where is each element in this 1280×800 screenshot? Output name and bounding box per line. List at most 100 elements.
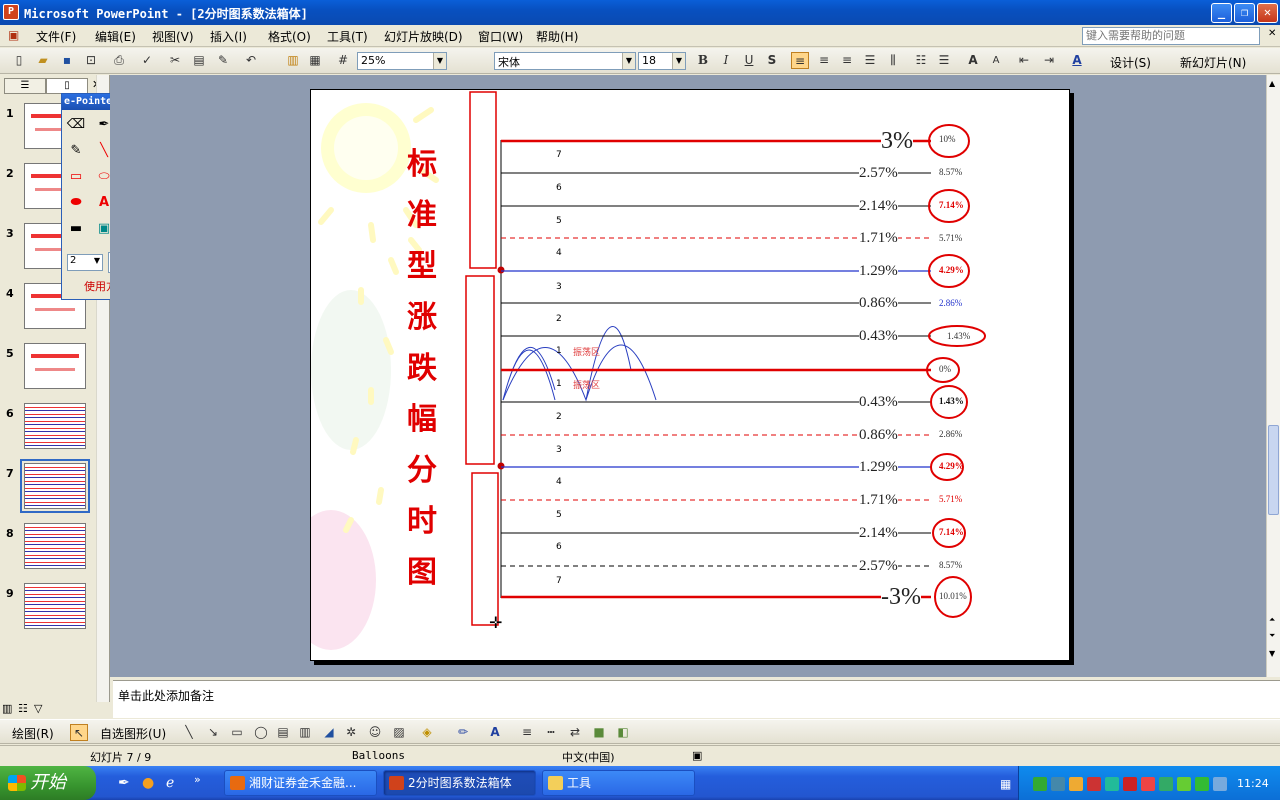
- rectangle-icon[interactable]: ▭: [66, 168, 86, 186]
- tray-icon[interactable]: [1105, 777, 1119, 791]
- restore-button[interactable]: ❐: [1234, 3, 1255, 23]
- save-icon[interactable]: ▪: [58, 52, 76, 69]
- paste-icon[interactable]: ▤: [190, 52, 208, 69]
- menu-format[interactable]: 格式(O): [268, 28, 311, 45]
- font-color-icon[interactable]: A: [1068, 52, 1086, 69]
- menu-tools[interactable]: 工具(T): [327, 28, 368, 45]
- align-center-icon[interactable]: ≡: [815, 52, 833, 69]
- scroll-down-icon[interactable]: ▼: [1269, 649, 1275, 658]
- next-slide-icon[interactable]: ⏷: [1269, 631, 1275, 641]
- chart-icon[interactable]: ▥: [284, 52, 302, 69]
- slide-thumbnail[interactable]: [20, 459, 90, 513]
- blackboard-icon[interactable]: ▬: [66, 220, 86, 238]
- menu-help[interactable]: 帮助(H): [536, 28, 578, 45]
- vertical-text-icon[interactable]: ⫼: [884, 52, 902, 69]
- menu-slideshow[interactable]: 幻灯片放映(D): [384, 28, 463, 45]
- network-icon[interactable]: [1195, 777, 1209, 791]
- diagram-icon[interactable]: ✲: [342, 724, 360, 741]
- draw-arrow-icon[interactable]: ↘: [204, 724, 222, 741]
- quicklaunch-icon[interactable]: ✒: [118, 775, 130, 791]
- task-browser[interactable]: 湘财证券金禾金融...: [224, 770, 377, 796]
- bullets-icon[interactable]: ☰: [935, 52, 953, 69]
- picture-icon[interactable]: ▨: [390, 724, 408, 741]
- more-icon[interactable]: »: [194, 773, 201, 786]
- design-button[interactable]: 设计(S): [1110, 54, 1151, 71]
- increase-indent-icon[interactable]: ⇥: [1040, 52, 1058, 69]
- draw-line-icon[interactable]: ╲: [180, 724, 198, 741]
- fill-color-icon[interactable]: ◈: [418, 724, 436, 741]
- menu-insert[interactable]: 插入(I): [210, 28, 247, 45]
- vertical-scrollbar[interactable]: ▲ ⏶ ⏷ ▼: [1266, 75, 1280, 677]
- line-style-icon[interactable]: ≡: [518, 724, 536, 741]
- normal-view-icon[interactable]: ▥: [2, 702, 12, 715]
- prev-slide-icon[interactable]: ⏶: [1269, 615, 1275, 625]
- close-button[interactable]: ✕: [1257, 3, 1278, 23]
- firefox-icon[interactable]: ●: [142, 775, 154, 791]
- underline-button[interactable]: U: [740, 52, 758, 69]
- qq-icon[interactable]: [1069, 777, 1083, 791]
- italic-button[interactable]: I: [717, 52, 735, 69]
- zoom-select[interactable]: 25% ▼: [357, 52, 447, 70]
- grow-font-icon[interactable]: A: [964, 52, 982, 69]
- dash-style-icon[interactable]: ┅: [542, 724, 560, 741]
- start-button[interactable]: 开始: [0, 766, 96, 800]
- numbering-icon[interactable]: ☷: [912, 52, 930, 69]
- line-color-icon[interactable]: ✏: [454, 724, 472, 741]
- slide-thumbnail[interactable]: [24, 583, 86, 629]
- arrow-style-icon[interactable]: ⇄: [566, 724, 584, 741]
- ie-icon[interactable]: ℯ: [166, 775, 174, 791]
- permission-icon[interactable]: ⊡: [82, 52, 100, 69]
- vertical-textbox-icon[interactable]: ▥: [296, 724, 314, 741]
- outline-tab[interactable]: ☰: [4, 78, 46, 94]
- doc-menu-icon[interactable]: ▣: [8, 28, 19, 42]
- volume-icon[interactable]: [1213, 777, 1227, 791]
- decrease-indent-icon[interactable]: ⇤: [1015, 52, 1033, 69]
- tray-icon[interactable]: [1033, 777, 1047, 791]
- font-size-select[interactable]: 18 ▼: [638, 52, 686, 70]
- menu-file[interactable]: 文件(F): [36, 28, 76, 45]
- menu-edit[interactable]: 编辑(E): [95, 28, 136, 45]
- spelling-status-icon[interactable]: ▣: [692, 749, 702, 762]
- tray-icon[interactable]: [1087, 777, 1101, 791]
- select-pointer-icon[interactable]: ↖: [70, 724, 88, 741]
- table-icon[interactable]: ▦: [306, 52, 324, 69]
- antivirus-icon[interactable]: [1123, 777, 1137, 791]
- autoshapes-button[interactable]: 自选图形(U): [100, 725, 166, 742]
- draw-oval-icon[interactable]: ◯: [252, 724, 270, 741]
- undo-icon[interactable]: ↶: [242, 52, 260, 69]
- print-icon[interactable]: ⎙: [110, 52, 128, 69]
- align-left-icon[interactable]: ≡: [791, 52, 809, 69]
- font-select[interactable]: 宋体 ▼: [494, 52, 636, 70]
- filled-ellipse-icon[interactable]: ⬬: [66, 194, 86, 212]
- current-slide[interactable]: 标准型涨跌幅分时图 7 6 5 4 3 2 1 1 2 3 4 5 6 7 振荡区 振荡区 3% 2.57%…: [310, 89, 1070, 661]
- align-right-icon[interactable]: ≡: [838, 52, 856, 69]
- slides-tab[interactable]: ▯: [46, 78, 88, 94]
- draw-rectangle-icon[interactable]: ▭: [228, 724, 246, 741]
- distribute-icon[interactable]: ☰: [861, 52, 879, 69]
- slide-thumbnail[interactable]: [24, 403, 86, 449]
- slideshow-view-icon[interactable]: ▽: [34, 702, 42, 715]
- minimize-button[interactable]: _: [1211, 3, 1232, 23]
- task-folder[interactable]: 工具: [542, 770, 695, 796]
- tray-icon[interactable]: [1141, 777, 1155, 791]
- help-search-input[interactable]: [1082, 27, 1260, 45]
- draw-menu-button[interactable]: 绘图(R): [12, 725, 54, 742]
- shrink-font-icon[interactable]: A: [987, 52, 1005, 69]
- open-icon[interactable]: ▰: [34, 52, 52, 69]
- slide-thumbnail[interactable]: [24, 523, 86, 569]
- bold-button[interactable]: B: [694, 52, 712, 69]
- wordart-icon[interactable]: ◢: [320, 724, 338, 741]
- new-slide-button[interactable]: 新幻灯片(N): [1180, 54, 1246, 71]
- sorter-view-icon[interactable]: ☷: [18, 702, 28, 715]
- tray-icon[interactable]: [1051, 777, 1065, 791]
- clipart-icon[interactable]: ☺: [366, 724, 384, 741]
- scroll-thumb[interactable]: [1268, 425, 1279, 515]
- shadow-style-icon[interactable]: ■: [590, 724, 608, 741]
- new-icon[interactable]: ▯: [10, 52, 28, 69]
- task-powerpoint[interactable]: 2分时图系数法箱体: [383, 770, 536, 796]
- scroll-up-icon[interactable]: ▲: [1269, 79, 1275, 88]
- textbox-icon[interactable]: ▤: [274, 724, 292, 741]
- grid-icon[interactable]: #: [334, 52, 352, 69]
- cut-icon[interactable]: ✂: [166, 52, 184, 69]
- menu-window[interactable]: 窗口(W): [478, 28, 523, 45]
